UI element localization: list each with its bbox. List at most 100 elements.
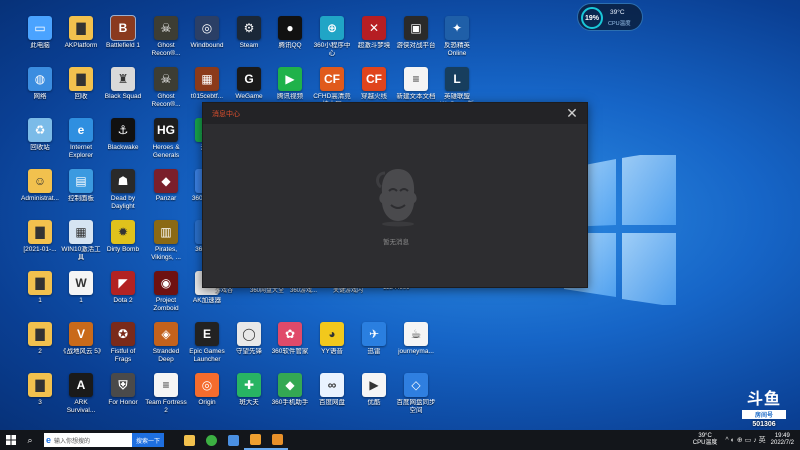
cpu-temp-widget[interactable]: 19% 39°C CPU温度 xyxy=(577,3,643,31)
desktop-icon[interactable]: ▦ WIN10激活工具 xyxy=(61,220,101,266)
desktop-icon[interactable]: ▥ Pirates, Vikings, ... xyxy=(146,220,186,266)
ghost-recon-icon: ☠ xyxy=(154,67,178,91)
desktop-icon[interactable]: ⚙ Steam xyxy=(229,16,269,62)
desktop-icon[interactable]: A ARK Survival... xyxy=(61,373,101,419)
dialog-titlebar[interactable]: 消息中心 ✕ xyxy=(203,103,587,124)
desktop-icon[interactable]: ◕ YY语音 xyxy=(312,322,352,368)
search-button[interactable]: 搜索一下 xyxy=(132,433,164,447)
start-button[interactable] xyxy=(0,430,22,450)
desktop-icon[interactable]: ● 腾讯QQ xyxy=(270,16,310,62)
desktop-icon[interactable]: ♻ 回收站 xyxy=(20,118,60,164)
xunlei-icon xyxy=(227,434,239,446)
folder-icon: ▇ xyxy=(28,220,52,244)
desktop-icon-label: t015cebtf... xyxy=(190,93,224,100)
desktop-icon[interactable]: ∞ 百度网盘 xyxy=(312,373,352,419)
crossfire-icon: CF xyxy=(362,67,386,91)
desktop-icon[interactable]: ▇ 回收 xyxy=(61,67,101,113)
desktop-icon[interactable]: ✿ 360软件管家 xyxy=(270,322,310,368)
desktop-icon[interactable]: E Epic Games Launcher xyxy=(187,322,227,368)
computer-icon: ▭ xyxy=(28,16,52,40)
desktop-icon[interactable]: HG Heroes & Generals xyxy=(146,118,186,164)
panzar-icon: ◆ xyxy=(154,169,178,193)
desktop-icon-label: Black Squad xyxy=(104,93,142,100)
desktop-icon[interactable]: ◎ Windbound xyxy=(187,16,227,62)
clock[interactable]: 19:49 2022/7/2 xyxy=(771,433,794,447)
desktop-icon[interactable]: ▣ 游侠对战平台 xyxy=(396,16,436,62)
desktop-icon[interactable]: B Battlefield 1 xyxy=(103,15,143,62)
desktop-icon-label: AKPlatform xyxy=(64,42,98,49)
recycle-bin-icon: ♻ xyxy=(28,118,52,142)
desktop-icon[interactable]: e Internet Explorer xyxy=(61,118,101,164)
desktop-icon[interactable]: ✦ 反恐精英Online xyxy=(437,16,477,62)
desktop-icon[interactable]: ▇ 2 xyxy=(20,322,60,368)
desktop-icon[interactable]: ◍ 网络 xyxy=(20,67,60,113)
desktop-icon[interactable]: ◈ Stranded Deep xyxy=(146,322,186,368)
zomboid-icon: ◉ xyxy=(154,271,178,295)
taskbar-app-green[interactable] xyxy=(200,430,222,450)
desktop-icon[interactable]: ☗ Dead by Daylight xyxy=(103,169,143,215)
desktop-icon-label: 腾讯QQ xyxy=(278,42,302,49)
taskbar-app-orange-1[interactable] xyxy=(244,430,266,450)
desktop-icon[interactable]: ☠ Ghost Recon®... xyxy=(146,16,186,62)
tencent-video-icon: ▶ xyxy=(278,67,302,91)
desktop-icon-label: 守望先锋 xyxy=(236,348,262,355)
desktop-icon[interactable]: ⛨ For Honor xyxy=(103,373,143,419)
clock-time: 19:49 xyxy=(774,433,790,439)
desktop-icon-label: 360小程序中心 xyxy=(313,42,351,57)
close-icon[interactable]: ✕ xyxy=(565,106,579,120)
desktop-icon[interactable]: ▇ 3 xyxy=(20,373,60,419)
desktop-icon[interactable]: ▇ AKPlatform xyxy=(61,16,101,62)
desktop-icon[interactable]: ◉ Project Zomboid xyxy=(146,271,186,317)
tray-cpu-temp[interactable]: 39°C CPU温度 xyxy=(693,433,718,447)
desktop-icon[interactable]: ◯ 守望先锋 xyxy=(229,322,269,368)
search-input[interactable]: e 输入你想搜的 xyxy=(44,433,132,447)
desktop-icon[interactable]: ⊕ 360小程序中心 xyxy=(312,16,352,62)
desktop-icon[interactable]: ✹ Dirty Bomb xyxy=(103,220,143,266)
desktop-icon-label: 穿越火线 xyxy=(361,93,387,100)
desktop-icon[interactable]: ▇ [2021-01-... xyxy=(20,220,60,266)
black-squad-icon: ♜ xyxy=(111,67,135,91)
desktop-icon[interactable]: ◤ Dota 2 xyxy=(103,271,143,317)
desktop-icon-label: Fistful of Frags xyxy=(110,348,136,363)
desktop-icon-label: 百度网盘 xyxy=(319,399,345,406)
desktop-icon[interactable]: ⚓ Blackwake xyxy=(103,118,143,164)
desktop-icon[interactable]: ◎ Origin xyxy=(187,373,227,419)
heroes-generals-icon: HG xyxy=(154,118,178,142)
desktop-icon[interactable]: ▶ 优酷 xyxy=(354,373,394,419)
folder-icon: ▇ xyxy=(69,67,93,91)
tray-icons[interactable]: ^ ◐ ⊕ ▭ ♪ 英 xyxy=(725,435,765,445)
desktop-icon[interactable]: ◆ Panzar xyxy=(146,169,186,215)
desktop-icon[interactable]: ☺ Administrat... xyxy=(20,169,60,215)
desktop-icon-label: 回收 xyxy=(74,93,88,100)
desktop-icon[interactable]: ☠ Ghost Recon®... xyxy=(146,67,186,113)
desktop-icon-label: Dirty Bomb xyxy=(106,246,140,253)
desktop-icon[interactable]: ◇ 百度网盘同步空间 xyxy=(396,373,436,419)
desktop-icon[interactable]: ▤ 控制面板 xyxy=(61,169,101,215)
desktop-icon[interactable]: ✈ 迅雷 xyxy=(354,322,394,368)
desktop-icon[interactable]: ☕ journeyma... xyxy=(396,322,436,368)
desktop-icon[interactable]: ≡ Team Fortress 2 xyxy=(145,373,187,419)
desktop-icon[interactable]: ♜ Black Squad xyxy=(103,67,143,113)
desktop-icon-label: 控制面板 xyxy=(68,195,94,202)
desktop-icon[interactable]: ▇ 1 xyxy=(20,271,60,317)
steam-icon: ⚙ xyxy=(237,16,261,40)
desktop-icon[interactable]: ✚ 斑大夫 xyxy=(229,373,269,419)
search-icon[interactable]: ⌕ xyxy=(22,430,38,450)
desktop-icon[interactable]: ✪ Fistful of Frags xyxy=(103,322,143,368)
desktop-icon[interactable]: ✕ 超激斗梦境 xyxy=(354,16,394,62)
taskbar-app-blue[interactable] xyxy=(222,430,244,450)
desktop-icon-label: Stranded Deep xyxy=(152,348,180,363)
windbound-icon: ◎ xyxy=(195,16,219,40)
desktop-icon[interactable]: V 《战地风云 5》 xyxy=(60,322,102,368)
taskbar-app-orange-2[interactable] xyxy=(266,430,288,450)
ie-icon: e xyxy=(69,118,93,142)
desktop-icon[interactable]: ▭ 此电脑 xyxy=(20,16,60,62)
desktop-icon-label: 2 xyxy=(38,348,42,355)
cfhd-icon: CF xyxy=(320,67,344,91)
pvkii-icon: ▥ xyxy=(154,220,178,244)
desktop-icon[interactable]: W1 xyxy=(61,271,101,317)
desktop-icon-label: Windbound xyxy=(190,42,224,49)
desktop-icon[interactable]: ◆ 360手机助手 xyxy=(270,373,310,419)
ark-icon: A xyxy=(69,373,93,397)
taskbar-file-explorer[interactable] xyxy=(178,430,200,450)
